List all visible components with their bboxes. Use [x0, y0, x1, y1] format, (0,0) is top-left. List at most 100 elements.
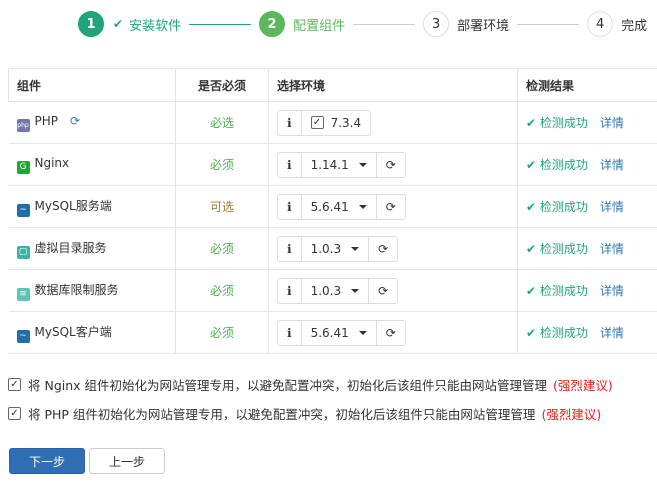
- info-button[interactable]: ℹ: [278, 153, 301, 177]
- component-name: Nginx: [34, 155, 70, 170]
- version-value: 1.14.1: [310, 157, 349, 172]
- step-3-number: 3: [423, 11, 450, 37]
- refresh-icon[interactable]: ⟳: [70, 114, 80, 128]
- result-cell: ✔ 检测成功 详情: [517, 311, 657, 354]
- environment-control: ℹ 1.0.3 ⟳: [277, 235, 399, 262]
- component-cell: php PHP ⟳: [8, 101, 176, 144]
- result-cell: ✔ 检测成功 详情: [517, 185, 657, 228]
- header-environment: 选择环境: [268, 68, 518, 102]
- check-icon: ✔: [526, 242, 540, 256]
- environment-cell: ℹ ✓ 7.3.4: [268, 101, 518, 144]
- environment-cell: ℹ 5.6.41 ⟳: [268, 311, 518, 354]
- detail-link[interactable]: 详情: [600, 242, 624, 256]
- refresh-button[interactable]: ⟳: [368, 236, 397, 261]
- environment-cell: ℹ 1.14.1 ⟳: [268, 143, 518, 186]
- result-cell: ✔ 检测成功 详情: [517, 227, 657, 270]
- caret-down-icon: [351, 288, 360, 293]
- refresh-button[interactable]: ⟳: [368, 278, 397, 303]
- info-button[interactable]: ℹ: [278, 111, 301, 135]
- version-select[interactable]: 5.6.41: [300, 194, 376, 219]
- result-status: 检测成功: [539, 116, 588, 130]
- detail-link[interactable]: 详情: [600, 326, 624, 340]
- php-init-option[interactable]: ✓ 将 PHP 组件初始化为网站管理专用，以避免配置冲突，初始化后该组件只能由网…: [8, 404, 601, 423]
- step-2-label: 配置组件: [293, 18, 346, 34]
- next-button[interactable]: 下一步: [9, 448, 85, 474]
- option-text: 将 PHP 组件初始化为网站管理专用，以避免配置冲突，初始化后该组件只能由网站管…: [28, 407, 536, 422]
- result-status: 检测成功: [539, 200, 588, 214]
- check-icon: ✔: [526, 200, 540, 214]
- version-select[interactable]: 1.0.3: [300, 236, 369, 261]
- result-cell: ✔ 检测成功 详情: [517, 101, 657, 144]
- component-name: MySQL客户端: [34, 324, 112, 339]
- detail-link[interactable]: 详情: [600, 158, 624, 172]
- info-button[interactable]: ℹ: [278, 195, 301, 219]
- check-icon: ✔: [526, 326, 540, 340]
- table-row: ≡ 数据库限制服务 必须 ℹ 1.0.3 ⟳ ✔ 检测成功 详情: [8, 269, 657, 312]
- result-cell: ✔ 检测成功 详情: [517, 269, 657, 312]
- component-cell: G Nginx: [8, 143, 176, 186]
- version-select[interactable]: 1.14.1: [300, 152, 376, 177]
- environment-cell: ℹ 5.6.41 ⟳: [268, 185, 518, 228]
- step-divider: [353, 23, 416, 25]
- prev-button[interactable]: 上一步: [89, 448, 165, 474]
- component-cell: ▢ 虚拟目录服务: [8, 227, 176, 270]
- info-button[interactable]: ℹ: [278, 237, 301, 261]
- environment-control: ℹ 1.0.3 ⟳: [277, 277, 399, 304]
- required-status: 必须: [175, 311, 269, 354]
- result-cell: ✔ 检测成功 详情: [517, 143, 657, 186]
- option-text: 将 Nginx 组件初始化为网站管理专用，以避免配置冲突，初始化后该组件只能由网…: [28, 378, 548, 393]
- components-table: 组件 是否必须 选择环境 检测结果 php PHP ⟳ 必选 ℹ ✓ 7.3.4 ✔ 检…: [8, 68, 657, 354]
- check-icon: ✔: [113, 17, 124, 31]
- component-cell: ≡ 数据库限制服务: [8, 269, 176, 312]
- caret-down-icon: [351, 246, 360, 251]
- result-status: 检测成功: [539, 242, 588, 256]
- version-value: 5.6.41: [310, 199, 349, 214]
- version-checkbox-field[interactable]: ✓ 7.3.4: [300, 110, 371, 135]
- version-checkbox[interactable]: ✓: [310, 116, 324, 129]
- nginx-init-checkbox[interactable]: ✓: [8, 378, 21, 391]
- step-divider: [189, 23, 252, 25]
- option-note: (强烈建议): [553, 378, 613, 393]
- php-init-checkbox[interactable]: ✓: [8, 407, 21, 420]
- check-icon: ✔: [526, 284, 540, 298]
- table-row: G Nginx 必须 ℹ 1.14.1 ⟳ ✔ 检测成功 详情: [8, 143, 657, 186]
- environment-control: ℹ 5.6.41 ⟳: [277, 319, 406, 346]
- check-icon: ✔: [526, 116, 540, 130]
- caret-down-icon: [358, 204, 367, 209]
- environment-control: ℹ ✓ 7.3.4: [277, 109, 372, 136]
- php-icon: php: [16, 118, 30, 132]
- required-status: 必选: [175, 101, 269, 144]
- stepper: 1 ✔ 安装软件 2 配置组件 3 部署环境 4 完成: [78, 10, 647, 38]
- folder-service-icon: ▢: [16, 245, 30, 259]
- step-3-label: 部署环境: [457, 18, 510, 34]
- refresh-button[interactable]: ⟳: [375, 320, 405, 345]
- step-2-number: 2: [259, 11, 286, 37]
- component-name: 虚拟目录服务: [34, 240, 107, 255]
- environment-control: ℹ 5.6.41 ⟳: [277, 193, 406, 220]
- required-status: 必须: [175, 269, 269, 312]
- detail-link[interactable]: 详情: [600, 200, 624, 214]
- refresh-button[interactable]: ⟳: [375, 152, 405, 177]
- step-1-number: 1: [78, 11, 104, 37]
- info-button[interactable]: ℹ: [278, 321, 301, 345]
- version-value: 7.3.4: [330, 115, 362, 130]
- caret-down-icon: [358, 162, 367, 167]
- step-divider: [517, 23, 580, 25]
- refresh-button[interactable]: ⟳: [375, 194, 405, 219]
- version-value: 1.0.3: [310, 283, 342, 298]
- nginx-init-option[interactable]: ✓ 将 Nginx 组件初始化为网站管理专用，以避免配置冲突，初始化后该组件只能…: [8, 375, 613, 394]
- mysql-icon: ~: [16, 329, 30, 343]
- table-row: ~ MySQL服务端 可选 ℹ 5.6.41 ⟳ ✔ 检测成功 详情: [8, 185, 657, 228]
- component-name: 数据库限制服务: [34, 282, 119, 297]
- header-result: 检测结果: [517, 68, 657, 102]
- component-cell: ~ MySQL客户端: [8, 311, 176, 354]
- detail-link[interactable]: 详情: [600, 116, 624, 130]
- table-row: ▢ 虚拟目录服务 必须 ℹ 1.0.3 ⟳ ✔ 检测成功 详情: [8, 227, 657, 270]
- required-status: 必须: [175, 143, 269, 186]
- info-button[interactable]: ℹ: [278, 279, 301, 303]
- header-required: 是否必须: [175, 68, 269, 102]
- detail-link[interactable]: 详情: [600, 284, 624, 298]
- version-select[interactable]: 5.6.41: [300, 320, 376, 345]
- version-select[interactable]: 1.0.3: [300, 278, 369, 303]
- version-value: 1.0.3: [310, 241, 342, 256]
